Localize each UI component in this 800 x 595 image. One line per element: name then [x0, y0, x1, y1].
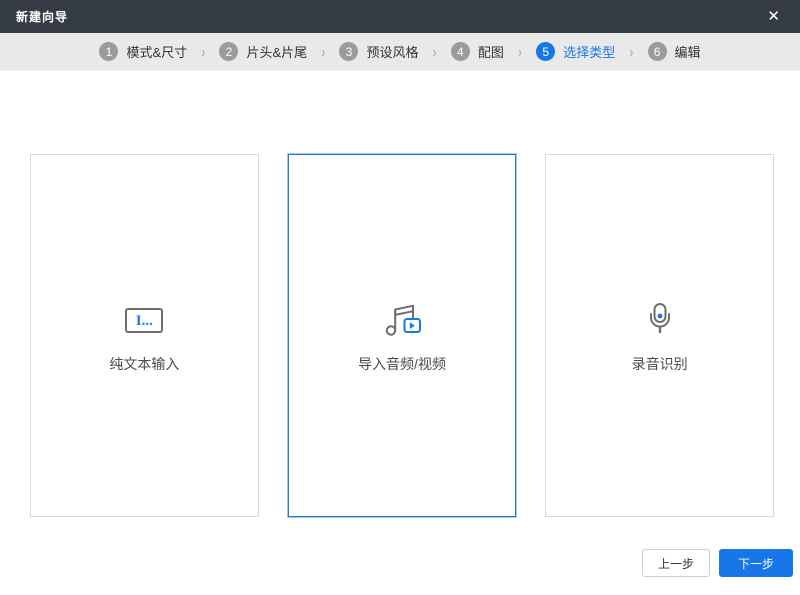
step-5-label: 选择类型: [563, 45, 616, 60]
step-5-circle: 5: [536, 42, 556, 61]
step-2-label: 片头&片尾: [246, 45, 308, 60]
microphone-glyph: [649, 302, 670, 333]
chevron-right-icon: ›: [321, 42, 326, 61]
step-6-circle: 6: [647, 42, 667, 61]
step-3-circle: 3: [339, 42, 359, 61]
step-6-edit[interactable]: 6 编辑: [647, 42, 701, 61]
text-input-icon: I...: [125, 298, 164, 344]
wizard-footer: 上一步 下一步: [642, 549, 793, 577]
step-bar: 1 模式&尺寸 › 2 片头&片尾 › 3 预设风格 › 4 配图 › 5 选择…: [0, 33, 800, 71]
step-6-label: 编辑: [674, 45, 701, 60]
chevron-right-icon: ›: [629, 42, 634, 61]
title-bar: 新建向导 ✕: [0, 0, 800, 33]
window-title: 新建向导: [16, 10, 69, 24]
step-3-preset-style[interactable]: 3 预设风格: [339, 42, 418, 61]
step-4-circle: 4: [450, 42, 470, 61]
card-import-audio-video[interactable]: 导入音频/视频: [287, 154, 517, 517]
step-2-circle: 2: [219, 42, 239, 61]
card-grid: I... 纯文本输入 导入音频/视频 录音识别: [30, 154, 775, 517]
close-icon[interactable]: ✕: [763, 7, 784, 26]
step-1-mode-size[interactable]: 1 模式&尺寸: [99, 42, 187, 61]
next-step-button[interactable]: 下一步: [719, 549, 793, 577]
audio-video-icon: [381, 298, 423, 344]
step-1-circle: 1: [99, 42, 119, 61]
card-voice-recognition[interactable]: 录音识别: [545, 154, 775, 517]
chevron-right-icon: ›: [517, 42, 523, 61]
text-input-icon-frame: I...: [125, 308, 164, 333]
card-voice-recognition-label: 录音识别: [631, 355, 688, 372]
text-cursor-glyph: I...: [135, 313, 153, 329]
card-plain-text-input[interactable]: I... 纯文本输入: [30, 154, 259, 517]
chevron-right-icon: ›: [432, 42, 437, 61]
music-note-video-icon: [385, 304, 421, 336]
step-1-label: 模式&尺寸: [126, 45, 188, 60]
step-4-label: 配图: [477, 45, 504, 60]
step-4-images[interactable]: 4 配图: [450, 42, 504, 61]
chevron-right-icon: ›: [201, 42, 206, 61]
card-import-audio-video-label: 导入音频/视频: [358, 355, 446, 372]
microphone-icon: [642, 298, 678, 344]
card-plain-text-label: 纯文本输入: [109, 355, 180, 372]
step-2-intro-outro[interactable]: 2 片头&片尾: [219, 42, 307, 61]
previous-step-button[interactable]: 上一步: [642, 549, 710, 577]
step-3-label: 预设风格: [366, 45, 419, 60]
step-5-select-type[interactable]: 5 选择类型: [536, 42, 615, 61]
